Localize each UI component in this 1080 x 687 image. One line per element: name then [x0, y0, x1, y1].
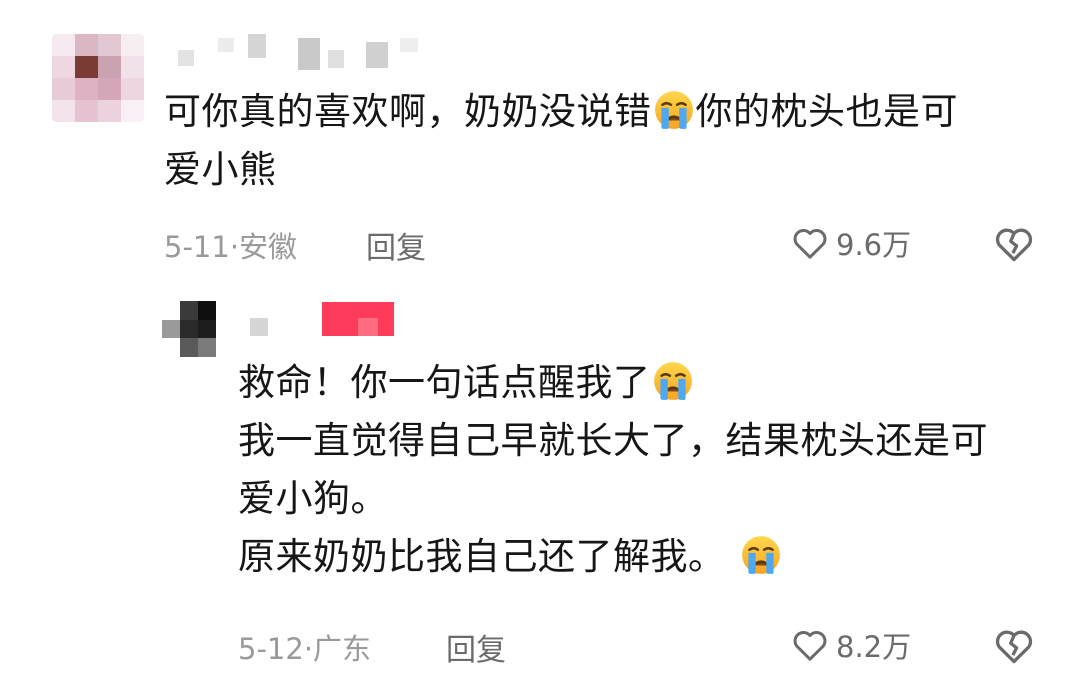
comment-text-line: 可你真的喜欢啊，奶奶没说错 你的枕头也是可	[164, 90, 958, 133]
avatar[interactable]	[52, 34, 144, 122]
comment-text-line: 原来奶奶比我自己还了解我。	[238, 528, 988, 586]
crying-face-emoji-icon	[653, 362, 692, 400]
comment-text: 可你真的喜欢啊，奶奶没说错 你的枕头也是可 爱小熊	[164, 83, 958, 199]
comment-date-location: 5-11·安徽	[164, 230, 298, 264]
avatar[interactable]	[162, 301, 216, 357]
comment-text-line: 爱小狗。	[238, 477, 388, 520]
broken-heart-icon[interactable]	[992, 222, 1036, 266]
comment-text-line: 爱小熊	[164, 148, 277, 191]
comment-text-line: 救命！你一句话点醒我了	[238, 354, 988, 412]
like-button[interactable]: 9.6万	[790, 222, 911, 264]
comment-text-line: 我一直觉得自己早就长大了，结果枕头还是可	[238, 419, 988, 462]
username-mosaic[interactable]	[250, 300, 400, 340]
comment-date-location: 5-12·广东	[238, 632, 372, 666]
heart-outline-icon	[793, 228, 827, 259]
like-button[interactable]: 8.2万	[790, 624, 911, 666]
like-count: 8.2万	[836, 630, 912, 664]
reply-button[interactable]: 回复	[446, 625, 506, 669]
broken-heart-icon[interactable]	[992, 624, 1036, 668]
reply-button[interactable]: 回复	[366, 223, 426, 267]
heart-outline-icon	[793, 630, 827, 661]
comment-text: 救命！你一句话点醒我了 我一直觉得自己早就长大了，结果枕头还是可 爱小狗。 原来…	[238, 354, 988, 586]
crying-face-emoji-icon	[654, 91, 693, 129]
username-mosaic[interactable]	[178, 34, 418, 70]
like-count: 9.6万	[836, 228, 912, 262]
crying-face-emoji-icon	[741, 536, 780, 574]
